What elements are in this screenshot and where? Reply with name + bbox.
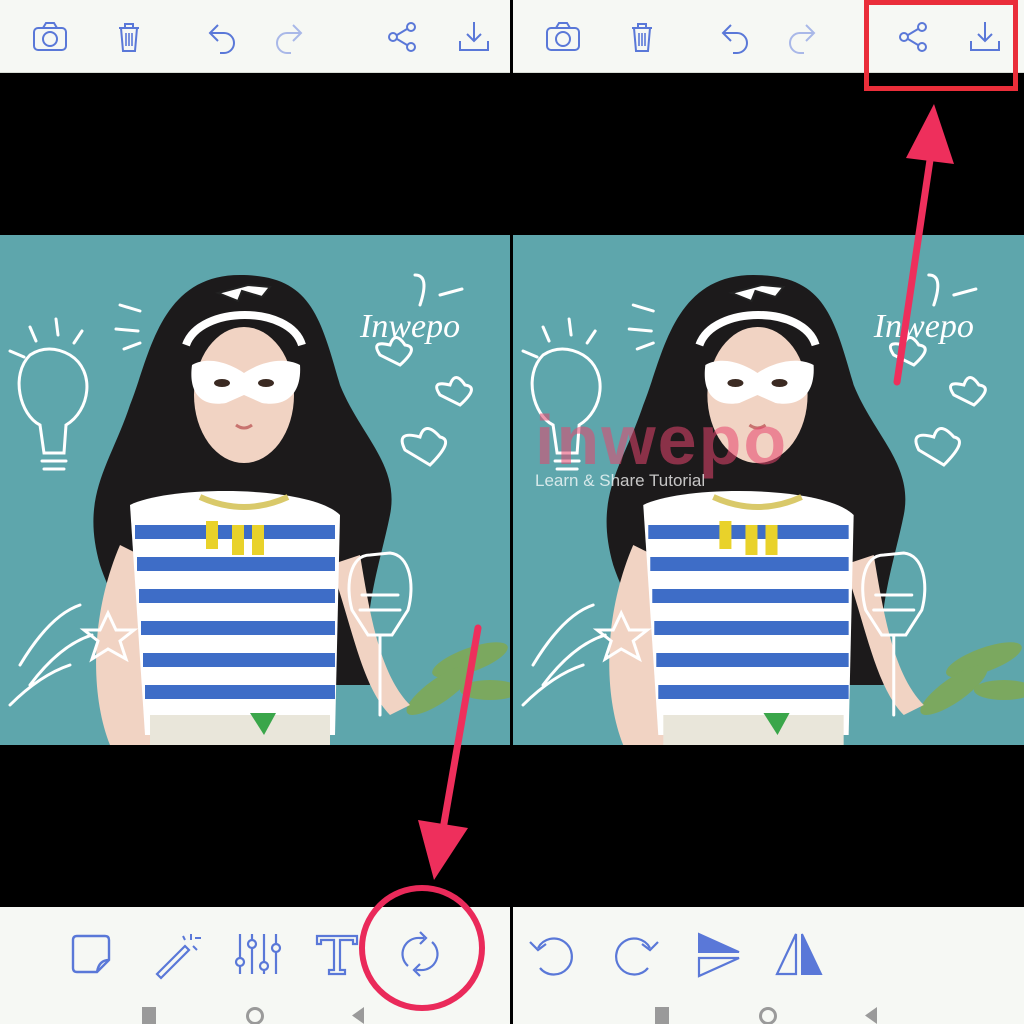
trash-icon (119, 23, 139, 52)
share-button[interactable] (380, 14, 426, 60)
download-icon (459, 22, 489, 51)
adjust-button[interactable] (227, 925, 285, 983)
rotate-icon (401, 931, 439, 977)
download-icon (970, 22, 1000, 51)
camera-button[interactable] (540, 14, 586, 60)
rotate-left-icon (529, 937, 573, 976)
home-key[interactable] (759, 1007, 777, 1024)
system-nav-bar (513, 995, 1024, 1024)
top-toolbar (513, 0, 1024, 73)
flip-vertical-icon (697, 932, 740, 978)
recents-key[interactable] (142, 1007, 156, 1024)
download-button[interactable] (962, 14, 1008, 60)
sliders-icon (234, 934, 282, 974)
back-key[interactable] (865, 1007, 877, 1024)
share-icon (388, 22, 416, 52)
redo-icon (789, 24, 816, 54)
delete-button[interactable] (106, 14, 152, 60)
text-button[interactable] (308, 925, 366, 983)
photo-canvas: Inwepo (0, 235, 510, 745)
left-editor-panel: Inwepo (0, 0, 510, 1024)
photo-handwritten-text: Inwepo (359, 308, 460, 345)
photo-canvas: Inwepo (513, 235, 1024, 745)
edited-photo[interactable]: Inwepo (513, 235, 1024, 745)
sticker-icon (71, 934, 111, 974)
system-nav-bar (0, 995, 510, 1024)
camera-button[interactable] (27, 14, 73, 60)
share-icon (899, 22, 927, 52)
flip-horizontal-button[interactable] (770, 925, 828, 983)
bottom-toolbar (513, 907, 1024, 1024)
undo-icon (208, 24, 235, 54)
screenshot-composite: Inwepo Inwepo inwepo Learn & Share Tutor… (0, 0, 1024, 1024)
rotate-right-button[interactable] (607, 925, 665, 983)
edited-photo[interactable]: Inwepo (0, 235, 510, 745)
redo-button[interactable] (779, 14, 825, 60)
text-icon (315, 934, 359, 976)
right-editor-panel: Inwepo inwepo Learn & Share Tutorial (513, 0, 1024, 1024)
undo-button[interactable] (712, 14, 758, 60)
back-key[interactable] (352, 1007, 364, 1024)
rotate-left-button[interactable] (523, 925, 581, 983)
trash-icon (632, 23, 652, 52)
flip-vertical-button[interactable] (690, 925, 748, 983)
camera-icon (33, 22, 67, 51)
undo-icon (721, 24, 748, 54)
camera-icon (546, 22, 580, 51)
magic-wand-icon (155, 934, 201, 980)
rotate-right-icon (615, 937, 659, 976)
redo-icon (276, 24, 303, 54)
share-button[interactable] (891, 14, 937, 60)
bottom-toolbar (0, 907, 510, 1024)
redo-button[interactable] (266, 14, 312, 60)
top-toolbar (0, 0, 510, 73)
delete-button[interactable] (619, 14, 665, 60)
home-key[interactable] (246, 1007, 264, 1024)
sticker-button[interactable] (62, 925, 120, 983)
effects-button[interactable] (146, 925, 204, 983)
photo-handwritten-text: Inwepo (873, 308, 974, 345)
recents-key[interactable] (655, 1007, 669, 1024)
rotate-button[interactable] (391, 925, 449, 983)
flip-horizontal-icon (775, 933, 823, 976)
undo-button[interactable] (199, 14, 245, 60)
download-button[interactable] (451, 14, 497, 60)
